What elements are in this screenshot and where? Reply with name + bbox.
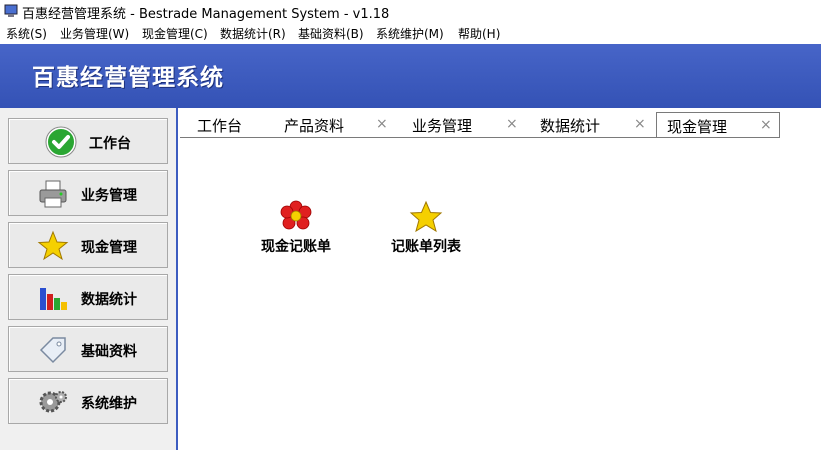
menu-cash[interactable]: 现金管理(C) [142, 25, 208, 42]
menu-base-data[interactable]: 基础资料(B) [298, 25, 364, 42]
tag-icon [39, 337, 66, 364]
shortcut-label: 记账单列表 [391, 239, 461, 255]
tab-label: 数据统计 [540, 117, 601, 135]
tab-label: 现金管理 [667, 118, 728, 136]
menu-maintenance[interactable]: 系统维护(M) [376, 25, 444, 42]
sidebar-item-label: 业务管理 [81, 188, 137, 204]
title-bar: 百惠经营管理系统 - Bestrade Management System - … [0, 0, 821, 22]
close-icon[interactable]: × [760, 117, 772, 133]
tab-cash[interactable]: 现金管理 × [656, 112, 780, 138]
sidebar-item-label: 基础资料 [81, 344, 137, 360]
close-icon[interactable]: × [506, 116, 518, 132]
sidebar-item-maintenance[interactable]: 系统维护 [8, 378, 168, 424]
sidebar-item-label: 数据统计 [81, 292, 137, 308]
sidebar-item-workbench[interactable]: 工作台 [8, 118, 168, 164]
menu-bar: 系统(S) 业务管理(W) 现金管理(C) 数据统计(R) 基础资料(B) 系统… [0, 22, 821, 44]
shortcut-label: 现金记账单 [261, 239, 331, 255]
gears-icon [39, 391, 67, 413]
sidebar-item-label: 工作台 [89, 136, 131, 152]
sidebar: 工作台 业务管理 现金管理 数据统计 基础资料 系统维护 [0, 108, 178, 450]
sidebar-item-cash[interactable]: 现金管理 [8, 222, 168, 268]
sidebar-item-label: 系统维护 [81, 396, 137, 412]
tab-business[interactable]: 业务管理 × [406, 112, 526, 137]
tab-strip: 工作台 产品资料 × 业务管理 × 数据统计 × 现金管理 × [180, 112, 821, 138]
shortcut-voucher-list[interactable]: 记账单列表 [376, 200, 476, 256]
star-icon [37, 230, 69, 261]
sidebar-item-business[interactable]: 业务管理 [8, 170, 168, 216]
tab-label: 工作台 [197, 117, 243, 135]
tab-label: 产品资料 [284, 117, 345, 135]
menu-system[interactable]: 系统(S) [6, 25, 47, 42]
menu-help[interactable]: 帮助(H) [458, 25, 500, 42]
window-title: 百惠经营管理系统 - Bestrade Management System - … [22, 7, 390, 22]
close-icon[interactable]: × [634, 116, 646, 132]
bar-chart-icon [40, 288, 67, 310]
main-content: 现金记账单 记账单列表 [180, 138, 821, 450]
red-flower-icon [280, 200, 312, 230]
sidebar-item-label: 现金管理 [81, 240, 137, 256]
shortcut-cash-voucher[interactable]: 现金记账单 [246, 200, 346, 256]
menu-statistics[interactable]: 数据统计(R) [220, 25, 286, 42]
sidebar-item-statistics[interactable]: 数据统计 [8, 274, 168, 320]
app-icon [4, 4, 18, 17]
star-icon [409, 200, 443, 233]
menu-business[interactable]: 业务管理(W) [60, 25, 129, 42]
tab-workbench[interactable]: 工作台 [184, 112, 270, 137]
close-icon[interactable]: × [376, 116, 388, 132]
printer-icon [39, 180, 67, 208]
tab-products[interactable]: 产品资料 × [276, 112, 396, 137]
app-banner: 百惠经营管理系统 [0, 44, 821, 108]
tab-label: 业务管理 [412, 117, 473, 135]
app-title: 百惠经营管理系统 [32, 65, 224, 91]
green-check-icon [45, 126, 77, 158]
sidebar-item-base-data[interactable]: 基础资料 [8, 326, 168, 372]
tab-statistics[interactable]: 数据统计 × [534, 112, 654, 137]
